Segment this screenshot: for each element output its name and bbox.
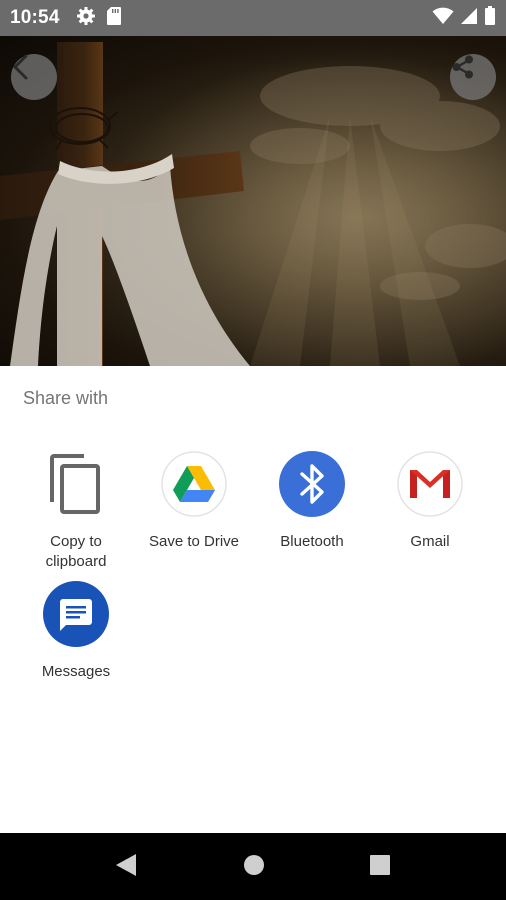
share-sheet-title: Share with [23, 388, 109, 408]
navigation-bar [0, 833, 506, 900]
share-target-bluetooth[interactable]: Bluetooth [252, 450, 372, 552]
header-image [0, 36, 506, 366]
share-target-gmail[interactable]: Gmail [370, 450, 490, 552]
status-time: 10:54 [10, 7, 60, 28]
share-target-label: Messages [41, 663, 111, 680]
battery-icon [484, 5, 496, 31]
share-target-label: Copy to clipboard [45, 533, 107, 570]
back-triangle-icon [114, 852, 138, 883]
gmail-icon [396, 450, 464, 518]
google-drive-icon [160, 450, 228, 518]
share-target-save-to-drive[interactable]: Save to Drive [134, 450, 254, 552]
copy-icon [42, 450, 110, 518]
share-target-label: Bluetooth [280, 533, 344, 550]
share-target-copy-to-clipboard[interactable]: Copy to clipboard [16, 450, 136, 572]
nav-home-button[interactable] [240, 853, 268, 881]
wifi-icon [432, 7, 454, 30]
home-circle-icon [242, 853, 266, 882]
signal-icon [460, 7, 478, 30]
sd-card-icon [106, 6, 122, 31]
gear-icon [76, 6, 96, 31]
messages-icon [42, 580, 110, 648]
share-target-label: Gmail [410, 533, 450, 550]
nav-back-button[interactable] [112, 853, 140, 881]
nav-recents-button[interactable] [366, 853, 394, 881]
recents-square-icon [369, 854, 391, 881]
cross-artwork [0, 36, 506, 366]
share-target-messages[interactable]: Messages [16, 580, 136, 682]
share-sheet: Share with Copy to clipboard Save to Dri… [0, 366, 506, 833]
share-target-label: Save to Drive [148, 533, 240, 550]
bluetooth-icon [278, 450, 346, 518]
share-button[interactable] [450, 54, 496, 100]
status-bar: 10:54 [0, 0, 506, 36]
back-button[interactable] [11, 54, 57, 100]
